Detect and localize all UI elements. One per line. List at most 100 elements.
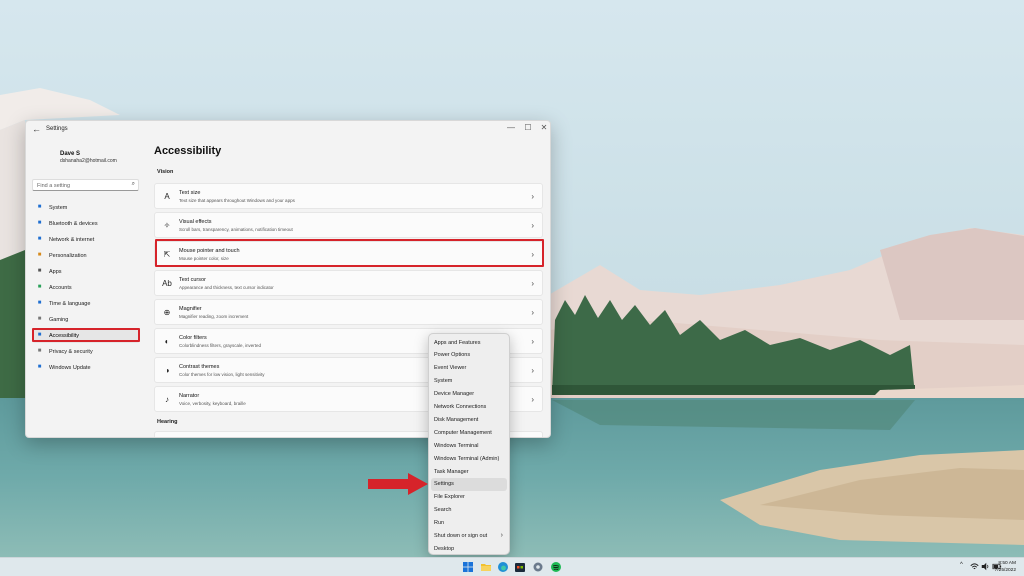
sidebar-item-bluetooth-devices[interactable]: ■ Bluetooth & devices [32, 217, 140, 231]
sidebar-item-network-internet[interactable]: ■ Network & internet [32, 233, 140, 247]
menu-item-label: Search [434, 507, 452, 514]
menu-item-shut-down-or-sign-out[interactable]: Shut down or sign out › [431, 530, 507, 543]
tray-overflow-chevron[interactable]: ^ [960, 562, 963, 568]
menu-item-label: Event Viewer [434, 365, 467, 372]
sidebar-item-label: Bluetooth & devices [49, 221, 98, 227]
close-button[interactable]: ✕ [537, 123, 550, 132]
chevron-right-icon: › [531, 366, 534, 375]
sidebar-item-time-language[interactable]: ■ Time & language [32, 297, 140, 311]
menu-item-network-connections[interactable]: Network Connections [431, 401, 507, 414]
taskbar-clock[interactable]: 8:50 AM 7/25/2022 [995, 560, 1016, 574]
menu-item-disk-management[interactable]: Disk Management [431, 413, 507, 426]
sidebar-item-apps[interactable]: ■ Apps [32, 265, 140, 279]
title-bar: ← Settings — ☐ ✕ [26, 121, 550, 139]
chevron-right-icon: › [531, 192, 534, 201]
menu-item-desktop[interactable]: Desktop [431, 542, 507, 555]
window-title: Settings [46, 126, 68, 132]
menu-item-run[interactable]: Run [431, 517, 507, 530]
back-arrow-icon[interactable]: ← [32, 124, 41, 134]
menu-item-file-explorer[interactable]: File Explorer [431, 491, 507, 504]
menu-item-label: System [434, 378, 453, 385]
settings-card-text-size[interactable]: A Text size Text size that appears through… [154, 183, 543, 209]
chevron-right-icon: › [531, 337, 534, 346]
shield-icon: ■ [37, 348, 42, 354]
sidebar-item-label: Network & internet [49, 237, 95, 243]
menu-item-settings[interactable]: Settings [431, 477, 507, 491]
sidebar-item-system[interactable]: ■ System [32, 201, 140, 215]
sidebar-item-label: Privacy & security [49, 349, 93, 355]
sidebar-item-label: Windows Update [49, 365, 91, 371]
settings-card-text-cursor[interactable]: Ab Text cursor Appearance and thickness, t… [154, 270, 543, 296]
menu-item-label: Disk Management [434, 416, 479, 423]
user-email: dshanaha2@hotmail.com [60, 158, 117, 164]
menu-item-label: Computer Management [434, 429, 492, 436]
user-profile[interactable]: Dave S dshanaha2@hotmail.com [60, 151, 117, 164]
update-icon: ■ [37, 364, 42, 370]
sidebar-item-label: Personalization [49, 253, 87, 259]
menu-item-label: Apps and Features [434, 339, 481, 346]
sidebar-item-label: Time & language [49, 301, 91, 307]
file-explorer-icon[interactable] [480, 561, 492, 573]
user-name: Dave S [60, 151, 81, 157]
settings-icon[interactable] [532, 561, 544, 573]
menu-item-event-viewer[interactable]: Event Viewer [431, 362, 507, 375]
menu-item-search[interactable]: Search [431, 504, 507, 517]
sidebar-item-windows-update[interactable]: ■ Windows Update [32, 361, 140, 375]
narrator-icon: ♪ [165, 395, 169, 404]
start-icon[interactable] [462, 561, 474, 573]
clock-time: 8:50 AM [998, 561, 1016, 566]
menu-item-label: Task Manager [434, 468, 469, 475]
card-title: Text size [179, 190, 201, 196]
menu-item-windows-terminal-admin[interactable]: Windows Terminal (Admin) [431, 452, 507, 465]
card-subtitle: Scroll bars, transparency, animations, n… [179, 227, 293, 232]
sidebar-item-privacy-security[interactable]: ■ Privacy & security [32, 345, 140, 359]
card-subtitle: Colorblindness filters, grayscale, inver… [179, 343, 262, 348]
apps-icon: ■ [37, 268, 42, 274]
menu-item-label: Shut down or sign out [434, 533, 488, 539]
chevron-right-icon: › [531, 395, 534, 404]
find-setting-search[interactable]: Find a setting ⌕ [32, 179, 139, 191]
edge-icon[interactable] [497, 561, 509, 573]
maximize-button[interactable]: ☐ [521, 123, 535, 132]
arrow-to-settings-icon [368, 473, 428, 495]
menu-item-task-manager[interactable]: Task Manager [431, 465, 507, 478]
taskbar: ^ 8:50 AM 7/25/2022 [0, 557, 1024, 576]
menu-item-device-manager[interactable]: Device Manager [431, 388, 507, 401]
brush-icon: ■ [37, 252, 42, 258]
section-vision: Vision [157, 169, 174, 175]
minimize-button[interactable]: — [504, 123, 518, 132]
submenu-chevron-icon: › [500, 531, 503, 539]
menu-item-apps-and-features[interactable]: Apps and Features [431, 336, 507, 349]
gamepad-icon: ■ [37, 316, 42, 322]
menu-item-label: Windows Terminal [434, 442, 479, 449]
card-subtitle: Appearance and thickness, text cursor in… [179, 285, 274, 290]
sidebar-item-gaming[interactable]: ■ Gaming [32, 313, 140, 327]
card-title: Narrator [179, 393, 200, 399]
search-icon: ⌕ [131, 181, 135, 187]
sidebar-item-label: Gaming [49, 317, 69, 323]
sidebar-item-accounts[interactable]: ■ Accounts [32, 281, 140, 295]
menu-item-label: Run [434, 520, 445, 527]
spotify-icon[interactable] [550, 561, 562, 573]
sidebar-item-personalization[interactable]: ■ Personalization [32, 249, 140, 263]
menu-item-label: Network Connections [434, 404, 487, 410]
accounts-icon: ■ [37, 284, 42, 290]
sidebar-nav: ■ System ■ Bluetooth & devices ■ Network & in… [32, 201, 140, 377]
volume-icon[interactable] [981, 562, 990, 571]
menu-item-power-options[interactable]: Power Options [431, 349, 507, 362]
clock-date: 7/25/2022 [994, 568, 1016, 573]
store-icon[interactable] [514, 561, 526, 573]
menu-item-label: Power Options [434, 352, 471, 359]
settings-card-visual-effects[interactable]: ✧ Visual effects Scroll bars, transparency… [154, 212, 543, 238]
menu-item-system[interactable]: System [431, 375, 507, 388]
menu-item-computer-management[interactable]: Computer Management [431, 426, 507, 439]
globe-icon: ■ [37, 300, 42, 306]
menu-item-label: Device Manager [434, 391, 475, 398]
card-title: Color filters [179, 335, 207, 341]
settings-card-magnifier[interactable]: ⊕ Magnifier Magnifier reading, zoom increm… [154, 299, 543, 325]
mouse-pointer-highlight-box [155, 239, 544, 267]
wifi-icon[interactable] [970, 562, 979, 571]
card-title: Visual effects [179, 219, 212, 225]
accessibility-highlight-box [32, 328, 140, 342]
menu-item-windows-terminal[interactable]: Windows Terminal [431, 439, 507, 452]
